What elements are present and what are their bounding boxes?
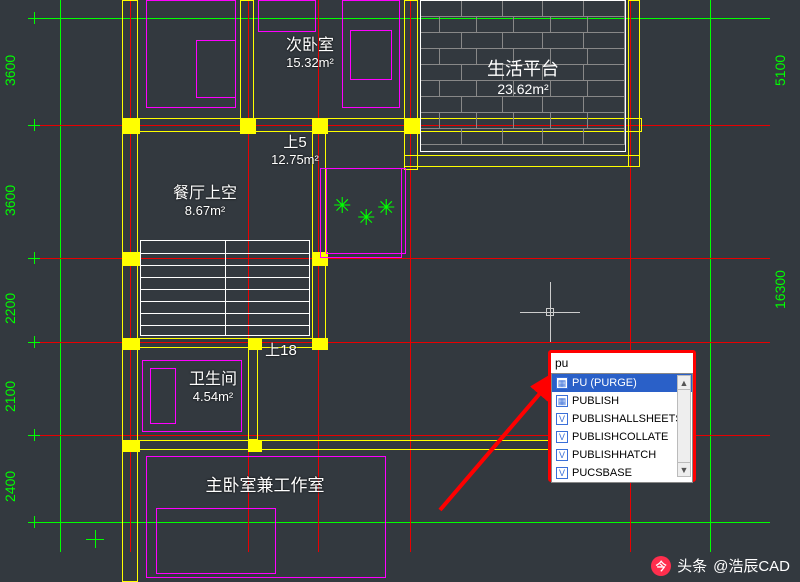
staircase	[140, 240, 310, 336]
column	[404, 118, 420, 134]
room-label: 餐厅上空	[140, 184, 270, 203]
cmd-icon: V	[556, 467, 568, 479]
room-stair18: 上18	[246, 342, 316, 360]
column	[312, 118, 328, 134]
command-item[interactable]: V PUCSBASE	[552, 464, 692, 482]
column	[122, 440, 140, 452]
wall	[404, 0, 418, 170]
dim-tick	[28, 119, 40, 131]
dim-label: 5100	[772, 30, 792, 110]
command-autocomplete[interactable]: ▦ PU (PURGE) ▦ PUBLISH V PUBLISHALLSHEETS V…	[548, 350, 696, 482]
column	[248, 440, 262, 452]
command-item[interactable]: V PUBLISHCOLLATE	[552, 428, 692, 446]
cmd-icon: V	[556, 413, 568, 425]
wall	[404, 155, 640, 167]
room-label: 生活平台	[487, 55, 559, 81]
dim-label: 2400	[2, 456, 30, 516]
command-item-label: PUBLISHHATCH	[572, 449, 656, 461]
cmd-icon: V	[556, 431, 568, 443]
dim-tick	[28, 516, 40, 528]
scrollbar[interactable]: ▲ ▼	[677, 375, 691, 477]
axis-cross	[86, 530, 104, 548]
cmd-icon: ▦	[556, 395, 568, 407]
planter: ✳ ✳ ✳	[326, 168, 406, 254]
axis-v	[60, 0, 61, 552]
bed	[156, 508, 276, 574]
command-item[interactable]: V PUBLISHHATCH	[552, 446, 692, 464]
command-input[interactable]	[551, 353, 693, 373]
room-label: 上5	[250, 134, 340, 152]
command-item-label: PUBLISHALLSHEETS	[572, 413, 683, 425]
wall	[122, 0, 138, 582]
watermark-prefix: 头条	[677, 555, 707, 576]
dim-label: 3600	[2, 160, 30, 240]
dim-tick	[28, 12, 40, 24]
room-label: 卫生间	[158, 370, 268, 389]
room-bath: 卫生间 4.54m²	[158, 370, 268, 405]
cmd-icon: ▦	[556, 377, 568, 389]
command-item-label: PUBLISHCOLLATE	[572, 431, 668, 443]
axis-v	[710, 0, 711, 552]
column	[122, 252, 140, 266]
column	[240, 118, 256, 134]
room-dining-void: 餐厅上空 8.67m²	[140, 184, 270, 219]
room-label: 主卧室兼工作室	[150, 476, 380, 496]
dim-tick	[28, 336, 40, 348]
command-item-label: PUBLISH	[572, 395, 619, 407]
dim-label: 3600	[2, 30, 30, 110]
cad-canvas[interactable]: 生活平台 23.62m² ✳ ✳ ✳ 次卧室 15.32m² 上5 12.75m…	[0, 0, 800, 582]
dim-label: 16300	[772, 240, 792, 340]
logo-icon: 今	[651, 556, 671, 576]
command-item-label: PUCSBASE	[572, 467, 632, 479]
room-stair5: 上5 12.75m²	[250, 134, 340, 168]
watermark-handle: @浩辰CAD	[713, 555, 790, 576]
command-item[interactable]: V PUBLISHALLSHEETS	[552, 410, 692, 428]
wall	[628, 0, 640, 167]
plant-icon: ✳	[357, 205, 375, 231]
command-item-label: PU (PURGE)	[572, 377, 637, 389]
command-item[interactable]: ▦ PUBLISH	[552, 392, 692, 410]
room-area: 4.54m²	[158, 389, 268, 405]
plant-icon: ✳	[333, 193, 351, 219]
column	[122, 338, 140, 350]
axis-h	[30, 18, 770, 19]
watermark: 今 头条 @浩辰CAD	[651, 555, 790, 576]
dim-label: 2200	[2, 278, 30, 338]
room-label: 次卧室	[250, 36, 370, 55]
dim-tick	[28, 429, 40, 441]
dim-tick	[28, 252, 40, 264]
room-area: 8.67m²	[140, 203, 270, 219]
cmd-icon: V	[556, 449, 568, 461]
command-list[interactable]: ▦ PU (PURGE) ▦ PUBLISH V PUBLISHALLSHEETS V…	[551, 373, 693, 483]
room-label: 上18	[246, 342, 316, 360]
room-area: 23.62m²	[497, 81, 548, 97]
room-sec-bed: 次卧室 15.32m²	[250, 36, 370, 71]
bed	[196, 40, 236, 98]
furniture	[258, 0, 316, 32]
column	[122, 118, 140, 134]
scroll-down[interactable]: ▼	[678, 462, 690, 476]
living-platform: 生活平台 23.62m²	[420, 0, 626, 152]
room-master: 主卧室兼工作室	[150, 476, 380, 496]
dim-label: 2100	[2, 366, 30, 426]
room-area: 12.75m²	[250, 152, 340, 168]
command-item[interactable]: ▦ PU (PURGE)	[552, 374, 692, 392]
room-area: 15.32m²	[250, 55, 370, 71]
scroll-up[interactable]: ▲	[678, 376, 690, 390]
plant-icon: ✳	[377, 195, 395, 221]
